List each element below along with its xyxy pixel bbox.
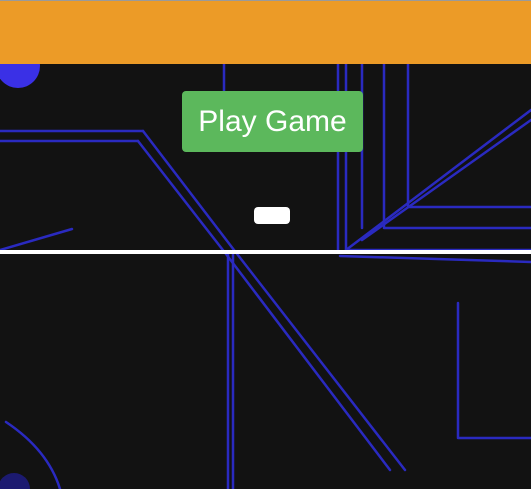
maze-line	[0, 227, 74, 252]
orb-icon	[0, 64, 40, 88]
maze-line	[360, 118, 531, 242]
orb-icon	[0, 473, 30, 489]
top-bar	[0, 0, 531, 64]
player-paddle	[254, 207, 290, 224]
maze-line	[406, 64, 531, 209]
maze-line	[338, 254, 531, 264]
court-divider-line	[0, 250, 531, 254]
game-page: Play Game	[0, 0, 531, 489]
maze-line	[141, 129, 407, 472]
maze-line	[456, 301, 531, 440]
maze-line	[344, 64, 531, 252]
play-game-button[interactable]: Play Game	[182, 91, 363, 152]
maze-line	[136, 139, 392, 472]
